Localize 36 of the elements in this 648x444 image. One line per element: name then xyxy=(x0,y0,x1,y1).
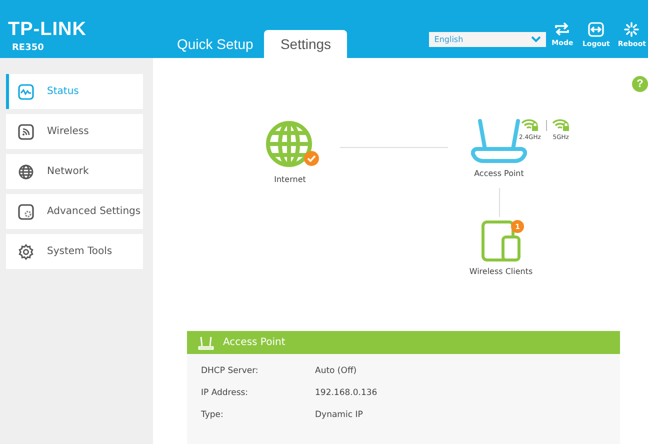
devices-icon xyxy=(481,220,521,262)
swap-arrows-icon xyxy=(554,22,570,36)
wifi-lock-icon xyxy=(552,118,570,132)
field-label: Type: xyxy=(201,410,224,420)
help-button[interactable]: ? xyxy=(632,76,648,92)
globe-icon xyxy=(18,164,34,180)
field-label: DHCP Server: xyxy=(201,366,260,376)
pulse-icon xyxy=(18,84,34,100)
router-icon xyxy=(198,336,214,350)
field-value: Auto (Off) xyxy=(315,366,357,376)
field-label: IP Address: xyxy=(201,388,250,398)
wifi-icon xyxy=(18,124,34,140)
language-select[interactable]: English xyxy=(429,32,546,47)
sparkle-icon xyxy=(624,22,640,37)
sidebar-item[interactable]: Status xyxy=(6,74,143,109)
node-label: Access Point xyxy=(474,169,524,178)
tab[interactable]: Quick Setup xyxy=(166,30,264,58)
sidebar-item[interactable]: System Tools xyxy=(6,234,143,269)
panel-title: Access Point xyxy=(223,337,286,348)
node-label: Internet xyxy=(274,175,306,184)
model-name: RE350 xyxy=(12,43,45,53)
field-value: Dynamic IP xyxy=(315,410,363,420)
logo: TP-LINK xyxy=(8,20,88,40)
sidebar-item[interactable]: Wireless xyxy=(6,114,143,149)
connector-line xyxy=(499,188,500,217)
tab[interactable]: Settings xyxy=(264,30,348,58)
globe-icon xyxy=(265,120,315,170)
gear-card-icon xyxy=(18,204,34,220)
settings-icon xyxy=(18,244,34,260)
chevron-down-icon xyxy=(531,36,542,43)
field-value: 192.168.0.136 xyxy=(315,388,378,398)
logout-icon xyxy=(588,22,604,37)
node-label: Wireless Clients xyxy=(469,267,533,276)
wifi-lock-icon xyxy=(520,118,539,132)
sidebar-item[interactable]: Network xyxy=(6,154,143,189)
sidebar-item[interactable]: Advanced Settings xyxy=(6,194,143,229)
